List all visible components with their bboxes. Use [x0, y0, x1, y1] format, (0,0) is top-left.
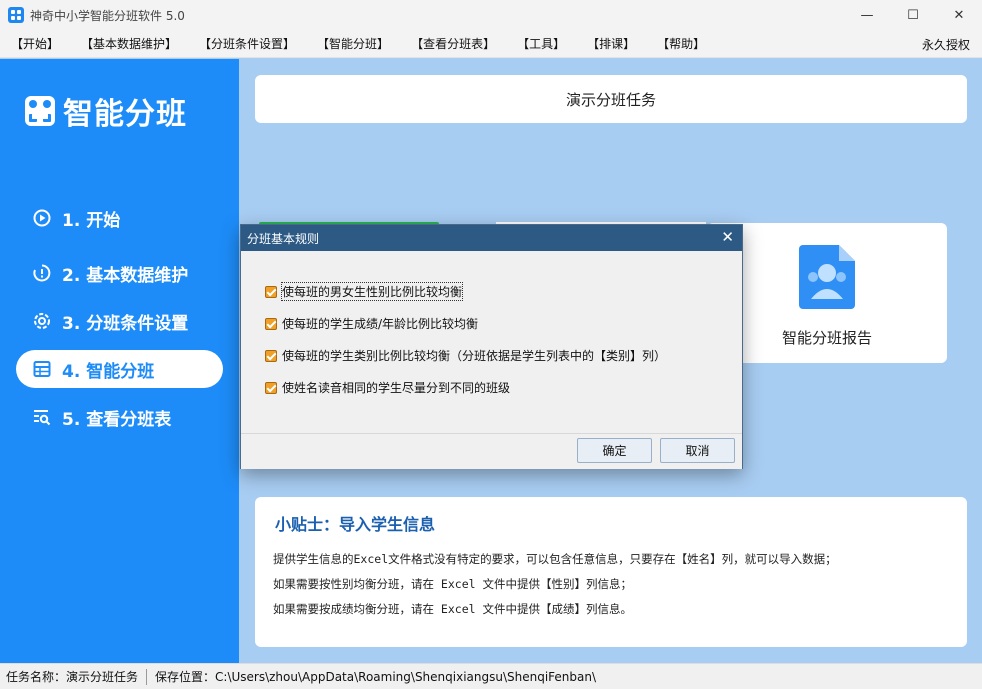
tips-line: 如果需要按性别均衡分班，请在 Excel 文件中提供【性别】列信息； — [273, 577, 632, 591]
sidebar-item-label: 1. 开始 — [62, 210, 121, 231]
logo: 智能分班 — [25, 89, 187, 133]
menu-schedule[interactable]: 【排课】 — [576, 35, 646, 52]
dialog-body: 使每班的男女生性别比例比较均衡 使每班的学生成绩/年龄比例比较均衡 使每班的学生… — [241, 251, 742, 433]
status-task-name: 任务名称：演示分班任务 — [6, 670, 139, 684]
task-title: 演示分班任务 — [255, 75, 967, 123]
tips-line: 如果需要按成绩均衡分班，请在 Excel 文件中提供【成绩】列信息。 — [273, 602, 632, 616]
tips-title: 小贴士：导入学生信息 — [275, 515, 436, 534]
ok-button[interactable]: 确定 — [577, 438, 652, 463]
dialog-close-button[interactable]: ✕ — [721, 229, 734, 245]
rule-category-balance[interactable]: 使每班的学生类别比例比较均衡（分班依据是学生列表中的【类别】列） — [265, 347, 666, 364]
sidebar-item-label: 3. 分班条件设置 — [62, 313, 189, 334]
checkbox-checked[interactable] — [265, 349, 277, 362]
menu-smart-assign[interactable]: 【智能分班】 — [306, 35, 400, 52]
report-card-label: 智能分班报告 — [781, 329, 872, 347]
sidebar-item-basic-data[interactable]: 2. 基本数据维护 — [16, 254, 223, 292]
dialog-title-bar: 分班基本规则 ✕ — [241, 225, 742, 251]
rules-dialog: 分班基本规则 ✕ 使每班的男女生性别比例比较均衡 使每班的学生成绩/年龄比例比较… — [240, 224, 743, 469]
sidebar: 智能分班 1. 开始 2. 基本数据维护 3. 分班条件设置 4. 智能分班 5… — [0, 59, 239, 663]
rule-gender-balance[interactable]: 使每班的男女生性别比例比较均衡 — [265, 282, 464, 301]
menu-bar: 【开始】 【基本数据维护】 【分班条件设置】 【智能分班】 【查看分班表】 【工… — [0, 30, 982, 58]
maximize-button[interactable]: ☐ — [890, 0, 936, 30]
dialog-title: 分班基本规则 — [247, 231, 320, 246]
rule-score-balance[interactable]: 使每班的学生成绩/年龄比例比较均衡 — [265, 315, 478, 332]
checkbox-checked[interactable] — [265, 285, 277, 298]
clock-info-icon — [33, 264, 51, 282]
status-separator — [146, 668, 148, 685]
logo-icon — [25, 96, 55, 126]
menu-view-table[interactable]: 【查看分班表】 — [400, 35, 506, 52]
table-icon — [33, 361, 51, 377]
rule-label: 使每班的男女生性别比例比较均衡 — [280, 282, 464, 301]
sidebar-item-smart-assign[interactable]: 4. 智能分班 — [16, 350, 223, 388]
sidebar-item-label: 2. 基本数据维护 — [62, 265, 189, 286]
gear-icon — [34, 313, 50, 329]
play-circle-icon — [33, 209, 51, 227]
checkbox-checked[interactable] — [265, 381, 277, 394]
rule-name-sound[interactable]: 使姓名读音相同的学生尽量分到不同的班级 — [265, 379, 510, 396]
tips-line: 提供学生信息的Excel文件格式没有特定的要求，可以包含任意信息，只要存在【姓名… — [273, 552, 837, 566]
sidebar-item-label: 5. 查看分班表 — [62, 409, 172, 430]
cancel-button[interactable]: 取消 — [660, 438, 735, 463]
sidebar-item-start[interactable]: 1. 开始 — [16, 199, 223, 237]
minimize-button[interactable]: — — [844, 0, 890, 30]
rule-label: 使每班的学生类别比例比较均衡（分班依据是学生列表中的【类别】列） — [282, 349, 667, 363]
checkbox-checked[interactable] — [265, 317, 277, 330]
report-document-icon — [799, 245, 855, 309]
status-bar: 任务名称：演示分班任务 保存位置：C:\Users\zhou\AppData\R… — [0, 663, 982, 689]
dialog-footer: 确定 取消 — [241, 433, 742, 469]
menu-basic-data[interactable]: 【基本数据维护】 — [70, 35, 188, 52]
tips-panel: 小贴士：导入学生信息 提供学生信息的Excel文件格式没有特定的要求，可以包含任… — [255, 497, 967, 647]
rule-label: 使姓名读音相同的学生尽量分到不同的班级 — [282, 381, 511, 395]
logo-text: 智能分班 — [63, 97, 187, 132]
menu-help[interactable]: 【帮助】 — [646, 35, 716, 52]
report-card[interactable]: 智能分班报告 — [707, 223, 947, 363]
license-label: 永久授权 — [921, 38, 970, 52]
sidebar-item-label: 4. 智能分班 — [62, 361, 155, 382]
status-save-path: 保存位置：C:\Users\zhou\AppData\Roaming\Shenq… — [155, 670, 597, 684]
rule-label: 使每班的学生成绩/年龄比例比较均衡 — [282, 317, 479, 331]
list-search-icon — [34, 410, 51, 426]
window-title: 神奇中小学智能分班软件 5.0 — [30, 8, 185, 23]
sidebar-item-conditions[interactable]: 3. 分班条件设置 — [16, 302, 223, 340]
sidebar-item-view-table[interactable]: 5. 查看分班表 — [16, 398, 223, 436]
title-bar: 神奇中小学智能分班软件 5.0 — ☐ ✕ — [0, 0, 982, 30]
menu-start[interactable]: 【开始】 — [0, 35, 70, 52]
close-button[interactable]: ✕ — [936, 0, 982, 30]
menu-conditions[interactable]: 【分班条件设置】 — [188, 35, 306, 52]
app-icon — [8, 7, 24, 23]
menu-tools[interactable]: 【工具】 — [506, 35, 576, 52]
